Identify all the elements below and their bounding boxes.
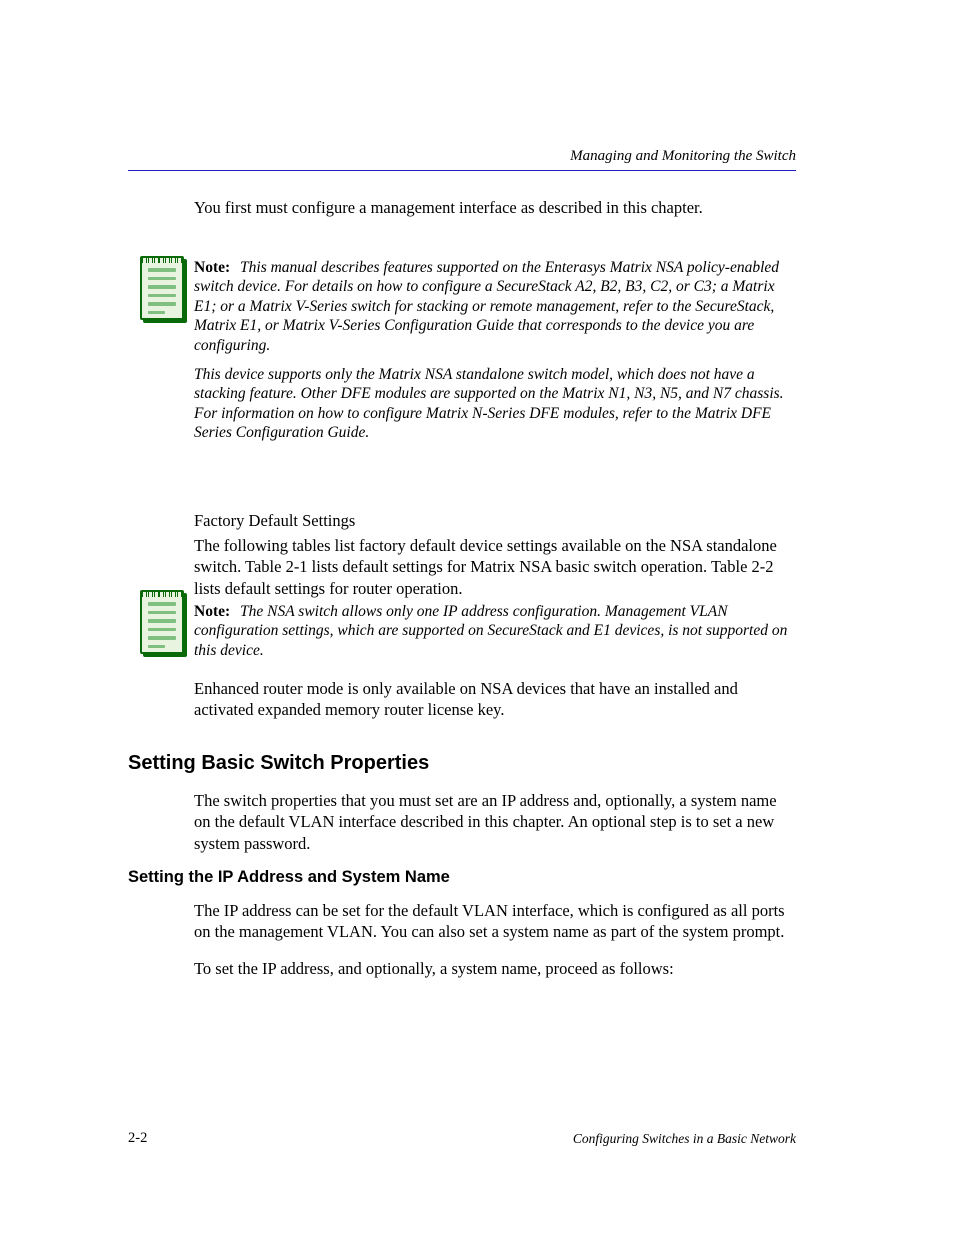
note-block-2: Note: The NSA switch allows only one IP … [194, 602, 796, 660]
notepad-icon [140, 590, 184, 656]
note-text: This manual describes features supported… [194, 259, 779, 354]
body-paragraph: The IP address can be set for the defaul… [194, 900, 796, 943]
footer-text: Configuring Switches in a Basic Network [573, 1131, 796, 1147]
notepad-icon [140, 256, 184, 322]
subsection-heading: Setting the IP Address and System Name [128, 868, 450, 887]
running-header: Managing and Monitoring the Switch [570, 148, 796, 165]
note-label: Note: [194, 603, 230, 620]
intro-paragraph: You first must configure a management in… [194, 198, 796, 219]
page-number: 2-2 [128, 1130, 147, 1147]
factory-defaults-heading-line: Factory Default Settings [194, 510, 796, 531]
note-label: Note: [194, 259, 230, 276]
section-heading: Setting Basic Switch Properties [128, 752, 429, 775]
note-block-1: Note: This manual describes features sup… [194, 258, 796, 442]
body-paragraph: To set the IP address, and optionally, a… [194, 958, 796, 979]
note-text: The NSA switch allows only one IP addres… [194, 603, 787, 659]
body-paragraph: The switch properties that you must set … [194, 790, 796, 854]
header-rule [128, 170, 796, 171]
note-text: This device supports only the Matrix NSA… [194, 365, 796, 443]
body-paragraph: The following tables list factory defaul… [194, 535, 796, 599]
body-paragraph: Enhanced router mode is only available o… [194, 678, 796, 721]
